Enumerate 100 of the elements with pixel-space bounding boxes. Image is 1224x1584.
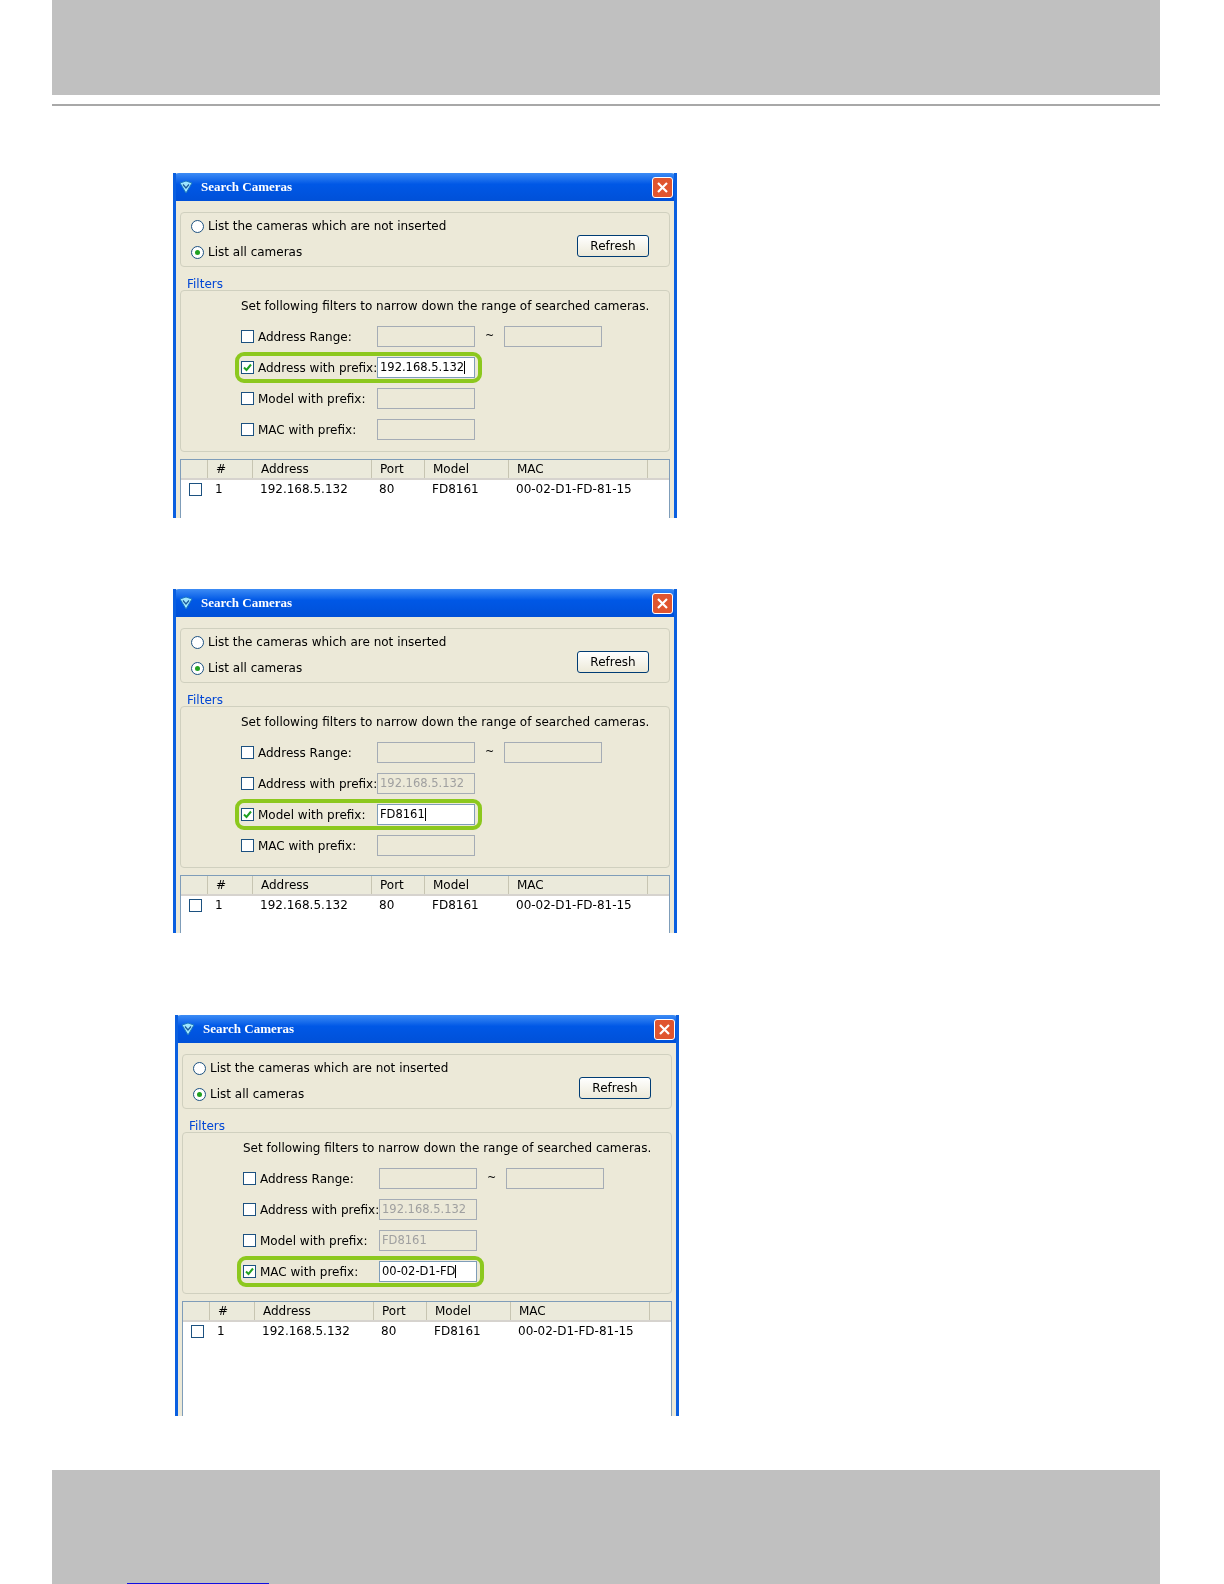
- input-field[interactable]: [377, 742, 475, 763]
- radio-icon[interactable]: [193, 1061, 206, 1075]
- table-cell-text: 80: [380, 1323, 398, 1340]
- input-field[interactable]: FD8161: [377, 804, 475, 825]
- table-cell-text: 00-02-D1-FD-81-15: [515, 897, 633, 914]
- input-field[interactable]: [377, 388, 475, 409]
- radio-icon[interactable]: [191, 219, 204, 233]
- refresh-button[interactable]: Refresh: [577, 651, 649, 673]
- radio-option[interactable]: List all cameras: [193, 1085, 579, 1103]
- column-header[interactable]: Model: [426, 1302, 510, 1320]
- window-title: Search Cameras: [201, 594, 294, 613]
- checkbox-option[interactable]: Address with prefix:: [241, 774, 377, 793]
- checkbox-option[interactable]: Address Range:: [241, 743, 377, 762]
- checkbox-option[interactable]: MAC with prefix:: [241, 420, 377, 439]
- column-header[interactable]: Address: [252, 876, 371, 894]
- radio-option[interactable]: List all cameras: [191, 243, 577, 261]
- range-separator: ~: [483, 744, 496, 761]
- column-header[interactable]: Address: [254, 1302, 373, 1320]
- radio-option[interactable]: List the cameras which are not inserted: [193, 1059, 579, 1077]
- column-header[interactable]: Port: [371, 876, 424, 894]
- app-icon: [179, 180, 193, 194]
- checkbox-icon[interactable]: [191, 1324, 204, 1338]
- checkbox-icon[interactable]: [241, 777, 254, 790]
- hint-text: Set following filters to narrow down the range of searched cameras.: [241, 298, 651, 315]
- refresh-button[interactable]: Refresh: [577, 235, 649, 257]
- column-header[interactable]: MAC: [510, 1302, 649, 1320]
- window-title: Search Cameras: [201, 178, 294, 197]
- checkbox-option[interactable]: Address Range:: [243, 1169, 379, 1188]
- checkbox-option[interactable]: MAC with prefix:: [241, 836, 377, 855]
- input-field[interactable]: [506, 1168, 604, 1189]
- group-label: Filters: [189, 1118, 226, 1135]
- checkbox-icon[interactable]: [241, 361, 254, 374]
- checkbox-icon[interactable]: [243, 1265, 256, 1278]
- checkbox-icon[interactable]: [243, 1234, 256, 1247]
- table-cell-text: 1: [216, 1323, 226, 1340]
- checkbox-icon[interactable]: [241, 839, 254, 852]
- table-cell-text: 1: [214, 481, 224, 498]
- table-cell-text: 192.168.5.132: [261, 1323, 351, 1340]
- input-field[interactable]: [504, 326, 602, 347]
- table-cell-text: 192.168.5.132: [259, 897, 349, 914]
- checkbox-icon[interactable]: [241, 392, 254, 405]
- group-label: Filters: [187, 692, 224, 709]
- column-header[interactable]: #: [209, 1302, 254, 1320]
- table-cell-text: 192.168.5.132: [259, 481, 349, 498]
- input-field[interactable]: 00-02-D1-FD: [379, 1261, 477, 1282]
- radio-option[interactable]: List all cameras: [191, 659, 577, 677]
- column-header[interactable]: Port: [373, 1302, 426, 1320]
- checkbox-icon[interactable]: [241, 808, 254, 821]
- table-cell-text: 1: [214, 897, 224, 914]
- input-field[interactable]: [379, 1168, 477, 1189]
- table-cell-text: FD8161: [431, 897, 480, 914]
- window-title: Search Cameras: [203, 1020, 296, 1039]
- column-header[interactable]: Model: [424, 876, 508, 894]
- column-header[interactable]: Address: [252, 460, 371, 478]
- checkbox-icon[interactable]: [241, 746, 254, 759]
- radio-option[interactable]: List the cameras which are not inserted: [191, 217, 577, 235]
- column-header[interactable]: Port: [371, 460, 424, 478]
- table-cell-text: 00-02-D1-FD-81-15: [515, 481, 633, 498]
- column-header[interactable]: #: [207, 460, 252, 478]
- checkbox-option[interactable]: Address with prefix:: [241, 358, 377, 377]
- app-icon: [179, 596, 193, 610]
- checkbox-icon[interactable]: [241, 330, 254, 343]
- checkbox-option[interactable]: Address Range:: [241, 327, 377, 346]
- column-header[interactable]: #: [207, 876, 252, 894]
- close-icon[interactable]: [657, 1021, 672, 1037]
- radio-icon[interactable]: [193, 1087, 206, 1101]
- checkbox-option[interactable]: MAC with prefix:: [243, 1262, 379, 1281]
- close-icon[interactable]: [655, 179, 670, 195]
- close-icon[interactable]: [655, 595, 670, 611]
- column-header[interactable]: Model: [424, 460, 508, 478]
- table-cell-text: FD8161: [433, 1323, 482, 1340]
- table-cell-text: 00-02-D1-FD-81-15: [517, 1323, 635, 1340]
- input-field[interactable]: [377, 835, 475, 856]
- checkbox-option[interactable]: Model with prefix:: [241, 389, 377, 408]
- table-cell-text: FD8161: [431, 481, 480, 498]
- app-icon: [181, 1022, 195, 1036]
- hint-text: Set following filters to narrow down the range of searched cameras.: [243, 1140, 653, 1157]
- radio-icon[interactable]: [191, 661, 204, 675]
- input-field[interactable]: [504, 742, 602, 763]
- checkbox-option[interactable]: Address with prefix:: [243, 1200, 379, 1219]
- column-header[interactable]: MAC: [508, 460, 647, 478]
- group-label: Filters: [187, 276, 224, 293]
- checkbox-option[interactable]: Model with prefix:: [241, 805, 377, 824]
- checkbox-icon[interactable]: [189, 482, 202, 496]
- checkbox-icon[interactable]: [243, 1203, 256, 1216]
- checkbox-option[interactable]: Model with prefix:: [243, 1231, 379, 1250]
- checkbox-icon[interactable]: [243, 1172, 256, 1185]
- input-field[interactable]: 192.168.5.132: [377, 357, 475, 378]
- radio-icon[interactable]: [191, 245, 204, 259]
- range-separator: ~: [485, 1170, 498, 1187]
- radio-icon[interactable]: [191, 635, 204, 649]
- table-cell-text: 80: [378, 481, 396, 498]
- input-field[interactable]: [377, 326, 475, 347]
- refresh-button[interactable]: Refresh: [579, 1077, 651, 1099]
- input-field[interactable]: [377, 419, 475, 440]
- hint-text: Set following filters to narrow down the range of searched cameras.: [241, 714, 651, 731]
- checkbox-icon[interactable]: [189, 898, 202, 912]
- column-header[interactable]: MAC: [508, 876, 647, 894]
- checkbox-icon[interactable]: [241, 423, 254, 436]
- radio-option[interactable]: List the cameras which are not inserted: [191, 633, 577, 651]
